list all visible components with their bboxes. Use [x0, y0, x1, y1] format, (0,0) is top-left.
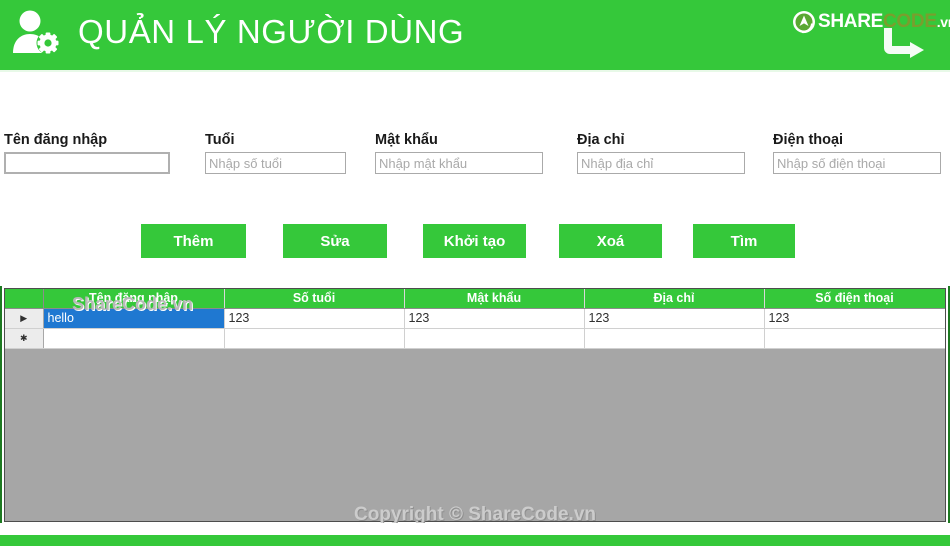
field-age: Tuổi: [205, 132, 346, 174]
cell-password[interactable]: 123: [404, 308, 585, 329]
users-data-grid[interactable]: Tên đăng nhập Số tuổi Mật khẩu Địa chỉ S…: [4, 288, 946, 522]
column-header-username[interactable]: Tên đăng nhập: [43, 289, 225, 309]
sharecode-logo-icon: [793, 11, 815, 34]
row-indicator-new[interactable]: ✱: [5, 328, 44, 349]
column-header-phone[interactable]: Số điện thoại: [764, 289, 945, 309]
field-password: Mật khẩu: [375, 132, 543, 174]
reset-button[interactable]: Khởi tạo: [423, 224, 526, 258]
table-row[interactable]: ▶ hello 123 123 123 123: [5, 308, 945, 329]
input-username[interactable]: [4, 152, 170, 174]
search-button[interactable]: Tìm: [693, 224, 795, 258]
input-password[interactable]: [375, 152, 543, 174]
edit-button[interactable]: Sửa: [283, 224, 387, 258]
add-button[interactable]: Thêm: [141, 224, 246, 258]
grid-empty-area: [5, 351, 945, 521]
bottom-gap: [0, 523, 950, 535]
input-age[interactable]: [205, 152, 346, 174]
cell-password[interactable]: [404, 328, 585, 349]
brand-arrow-glyph: [884, 28, 924, 58]
app-header: QUẢN LÝ NGƯỜI DÙNG SHARECODE.vn: [0, 0, 950, 70]
column-header-age[interactable]: Số tuổi: [224, 289, 405, 309]
input-address[interactable]: [577, 152, 745, 174]
column-header-address[interactable]: Địa chỉ: [584, 289, 765, 309]
user-gear-icon: [13, 10, 60, 55]
label-address: Địa chỉ: [577, 132, 625, 148]
cell-phone[interactable]: [764, 328, 945, 349]
sharecode-brand: SHARECODE.vn: [792, 4, 950, 60]
column-header-password[interactable]: Mật khẩu: [404, 289, 585, 309]
label-age: Tuổi: [205, 132, 235, 148]
row-indicator-current[interactable]: ▶: [5, 308, 44, 329]
cell-age[interactable]: 123: [224, 308, 405, 329]
field-address: Địa chỉ: [577, 132, 745, 174]
bottom-green-strip: [0, 535, 950, 546]
table-header-row: Tên đăng nhập Số tuổi Mật khẩu Địa chỉ S…: [5, 289, 945, 309]
label-username: Tên đăng nhập: [4, 132, 108, 148]
label-phone: Điện thoại: [773, 132, 844, 148]
cell-age[interactable]: [224, 328, 405, 349]
cell-address[interactable]: 123: [584, 308, 765, 329]
delete-button[interactable]: Xoá: [559, 224, 662, 258]
field-username: Tên đăng nhập: [4, 132, 170, 174]
grid-corner-header[interactable]: [5, 289, 44, 309]
field-phone: Điện thoại: [773, 132, 941, 174]
cell-phone[interactable]: 123: [764, 308, 945, 329]
user-management-window: QUẢN LÝ NGƯỜI DÙNG SHARECODE.vn: [0, 0, 950, 546]
form-area: Tên đăng nhập Tuổi Mật khẩu Địa chỉ Điện…: [0, 72, 950, 286]
table-row[interactable]: ✱: [5, 328, 945, 349]
brand-share-text: SHARE: [818, 11, 884, 32]
cell-username[interactable]: hello: [43, 308, 225, 329]
cell-address[interactable]: [584, 328, 765, 349]
page-title: QUẢN LÝ NGƯỜI DÙNG: [78, 13, 465, 50]
cell-username[interactable]: [43, 328, 225, 349]
input-phone[interactable]: [773, 152, 941, 174]
users-table: Tên đăng nhập Số tuổi Mật khẩu Địa chỉ S…: [5, 289, 945, 349]
label-password: Mật khẩu: [375, 132, 438, 148]
brand-vn-text: .vn: [936, 14, 950, 30]
